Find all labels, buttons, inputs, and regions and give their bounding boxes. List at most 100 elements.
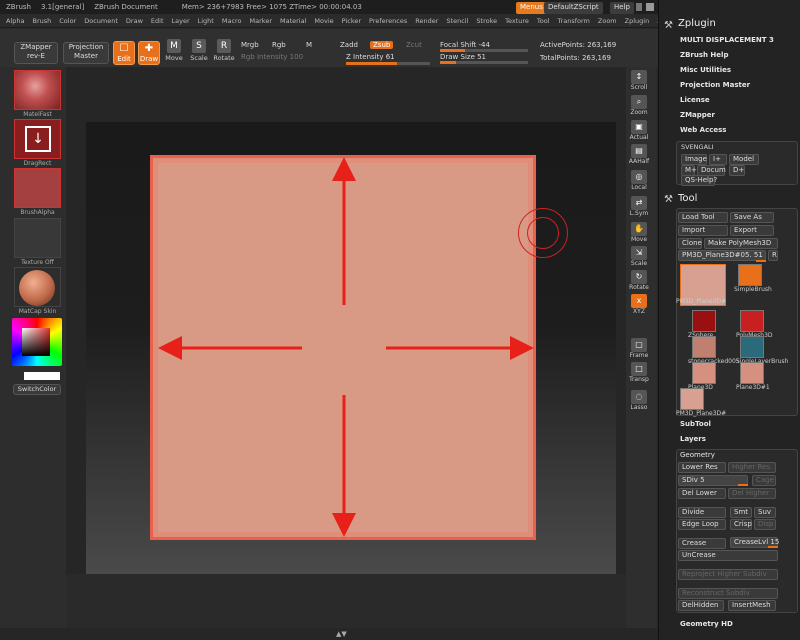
menu-zplugin[interactable]: Zplugin <box>625 17 650 25</box>
color-picker[interactable] <box>12 318 62 366</box>
geometry-hd-section[interactable]: Geometry HD <box>680 620 733 628</box>
scale-button[interactable]: ⇲ Scale <box>628 246 650 270</box>
reconstruct-button[interactable]: Reconstruct Subdiv <box>678 588 778 599</box>
reproject-button[interactable]: Reproject Higher Subdiv <box>678 569 778 580</box>
sv-model-button[interactable]: Model <box>729 154 759 165</box>
focal-shift-track[interactable] <box>440 49 528 52</box>
lsym-button[interactable]: ⇄ L.Sym <box>628 196 650 220</box>
draw-size-slider[interactable]: Draw Size 51 <box>440 53 486 61</box>
menu-stencil[interactable]: Stencil <box>446 17 468 25</box>
zplugin-item-multi-displacement-3[interactable]: MULTI DISPLACEMENT 3 <box>680 36 774 44</box>
z-intensity-slider[interactable]: Z Intensity 61 <box>346 53 395 61</box>
menu-layer[interactable]: Layer <box>172 17 190 25</box>
tool-thumb-polymesh3d[interactable] <box>740 310 764 332</box>
r-button[interactable]: R <box>768 250 778 261</box>
close-icon[interactable] <box>646 3 654 11</box>
zadd-button[interactable]: Zadd <box>340 41 358 49</box>
tool-thumb-pm3d-plane3d-[interactable] <box>680 388 704 410</box>
menu-alpha[interactable]: Alpha <box>6 17 24 25</box>
smt-toggle[interactable]: Smt <box>730 507 752 518</box>
frame-button[interactable]: ▢ Frame <box>628 338 650 362</box>
zcut-button[interactable]: Zcut <box>406 41 422 49</box>
stroke-button[interactable]: ↓ <box>14 119 61 159</box>
move-button[interactable]: ✋ Move <box>628 222 650 246</box>
cage-button[interactable]: Cage <box>752 475 776 486</box>
clone-button[interactable]: Clone <box>678 238 702 249</box>
color-square[interactable] <box>22 328 50 356</box>
del-higher-button[interactable]: Del Higher <box>728 488 776 499</box>
rotate-button[interactable]: R Rotate <box>213 37 235 67</box>
subtool-section[interactable]: SubTool <box>680 420 711 428</box>
help-button[interactable]: Help <box>610 2 634 14</box>
draw-button[interactable]: ✚ Draw <box>138 41 160 65</box>
menu-picker[interactable]: Picker <box>342 17 361 25</box>
mrgb-button[interactable]: Mrgb <box>241 41 259 49</box>
make-polymesh3d-button[interactable]: Make PolyMesh3D <box>704 238 778 249</box>
texture-button[interactable] <box>14 218 61 258</box>
alpha-button[interactable] <box>14 168 61 208</box>
tool-thumb-zsphere[interactable] <box>692 310 716 332</box>
tool-thumb-singlelayerbrush[interactable] <box>740 336 764 358</box>
menu-light[interactable]: Light <box>198 17 214 25</box>
save-as-button[interactable]: Save As <box>730 212 774 223</box>
expand-bottom-icon[interactable]: ▲▼ <box>336 630 347 638</box>
aahalf-button[interactable]: ▤ AAHalf <box>628 144 650 168</box>
secondary-color-swatch[interactable] <box>24 372 60 380</box>
projection-master-button[interactable]: Projection Master <box>63 42 109 64</box>
zplugin-item-license[interactable]: License <box>680 96 710 104</box>
tool-thumb-plane3d-1[interactable] <box>740 362 764 384</box>
z-intensity-track[interactable] <box>346 62 430 65</box>
menus-button[interactable]: Menus <box>516 2 547 14</box>
sv-image-button[interactable]: Image <box>681 154 707 165</box>
export-button[interactable]: Export <box>730 225 774 236</box>
minimize-icon[interactable] <box>636 3 642 11</box>
menu-brush[interactable]: Brush <box>32 17 51 25</box>
scroll-button[interactable]: ↕ Scroll <box>628 70 650 94</box>
xyz-button[interactable]: x XYZ <box>628 294 650 318</box>
sv-docum-plus-button[interactable]: D+ <box>729 165 745 176</box>
edit-button[interactable]: ☐ Edit <box>113 41 135 65</box>
rotate-button[interactable]: ↻ Rotate <box>628 270 650 294</box>
zsub-button[interactable]: Zsub <box>370 41 394 49</box>
del-lower-button[interactable]: Del Lower <box>678 488 726 499</box>
matcap-button[interactable] <box>14 267 61 307</box>
sv-qs-help-button[interactable]: QS-Help? <box>681 175 717 186</box>
crease-button[interactable]: Crease <box>678 538 726 549</box>
tool-title[interactable]: Tool <box>678 193 697 204</box>
menu-texture[interactable]: Texture <box>505 17 529 25</box>
transp-button[interactable]: □ Transp <box>628 362 650 386</box>
zplugin-item-misc-utilities[interactable]: Misc Utilities <box>680 66 731 74</box>
tool-thumb-plane3d[interactable] <box>692 362 716 384</box>
menu-preferences[interactable]: Preferences <box>369 17 407 25</box>
higher-res-button[interactable]: Higher Res <box>728 462 776 473</box>
material-button[interactable] <box>14 70 61 110</box>
zplugin-item-web-access[interactable]: Web Access <box>680 126 726 134</box>
menu-marker[interactable]: Marker <box>250 17 272 25</box>
m-button[interactable]: M <box>306 41 312 49</box>
lower-res-button[interactable]: Lower Res <box>678 462 726 473</box>
crisp-toggle[interactable]: Crisp <box>730 519 752 530</box>
import-button[interactable]: Import <box>678 225 728 236</box>
scale-button[interactable]: S Scale <box>188 37 210 67</box>
menu-document[interactable]: Document <box>84 17 118 25</box>
move-button[interactable]: M Move <box>163 37 185 67</box>
menu-transform[interactable]: Transform <box>558 17 590 25</box>
menu-tool[interactable]: Tool <box>537 17 550 25</box>
menu-macro[interactable]: Macro <box>222 17 242 25</box>
zmapper-button[interactable]: ZMapper rev-E <box>14 42 58 64</box>
disp-toggle[interactable]: Disp <box>754 519 776 530</box>
menu-edit[interactable]: Edit <box>151 17 164 25</box>
menu-zoom[interactable]: Zoom <box>598 17 617 25</box>
uncrease-button[interactable]: UnCrease <box>678 550 778 561</box>
insert-mesh-button[interactable]: InsertMesh <box>728 600 776 611</box>
zplugin-item-zmapper[interactable]: ZMapper <box>680 111 715 119</box>
rgb-button[interactable]: Rgb <box>272 41 286 49</box>
sv-image-plus-button[interactable]: I+ <box>709 154 727 165</box>
del-hidden-button[interactable]: DelHidden <box>678 600 724 611</box>
default-zscript-button[interactable]: DefaultZScript <box>544 2 603 14</box>
tool-thumb-simplebrush[interactable] <box>738 264 762 286</box>
menu-color[interactable]: Color <box>59 17 76 25</box>
zplugin-item-zbrush-help[interactable]: ZBrush Help <box>680 51 728 59</box>
zplugin-title[interactable]: Zplugin <box>678 18 716 29</box>
focal-shift-slider[interactable]: Focal Shift -44 <box>440 41 490 49</box>
